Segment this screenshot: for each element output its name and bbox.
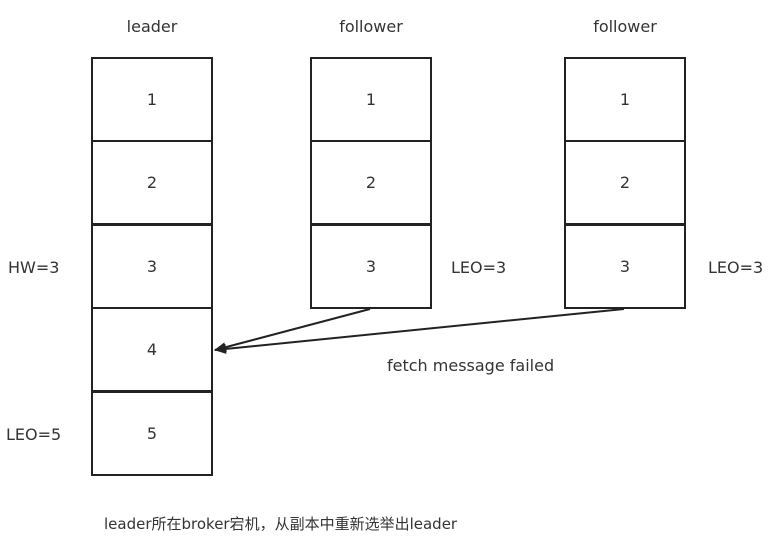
follower2-fetch-arrow xyxy=(214,308,625,354)
replication-diagram: leader follower follower 1 2 3 4 5 1 2 3… xyxy=(0,0,772,558)
follower1-fetch-arrow xyxy=(214,308,371,353)
fetch-arrows xyxy=(214,308,625,354)
caption: leader所在broker宕机，从副本中重新选举出leader xyxy=(104,515,458,533)
fetch-failed-label: fetch message failed xyxy=(387,356,555,375)
